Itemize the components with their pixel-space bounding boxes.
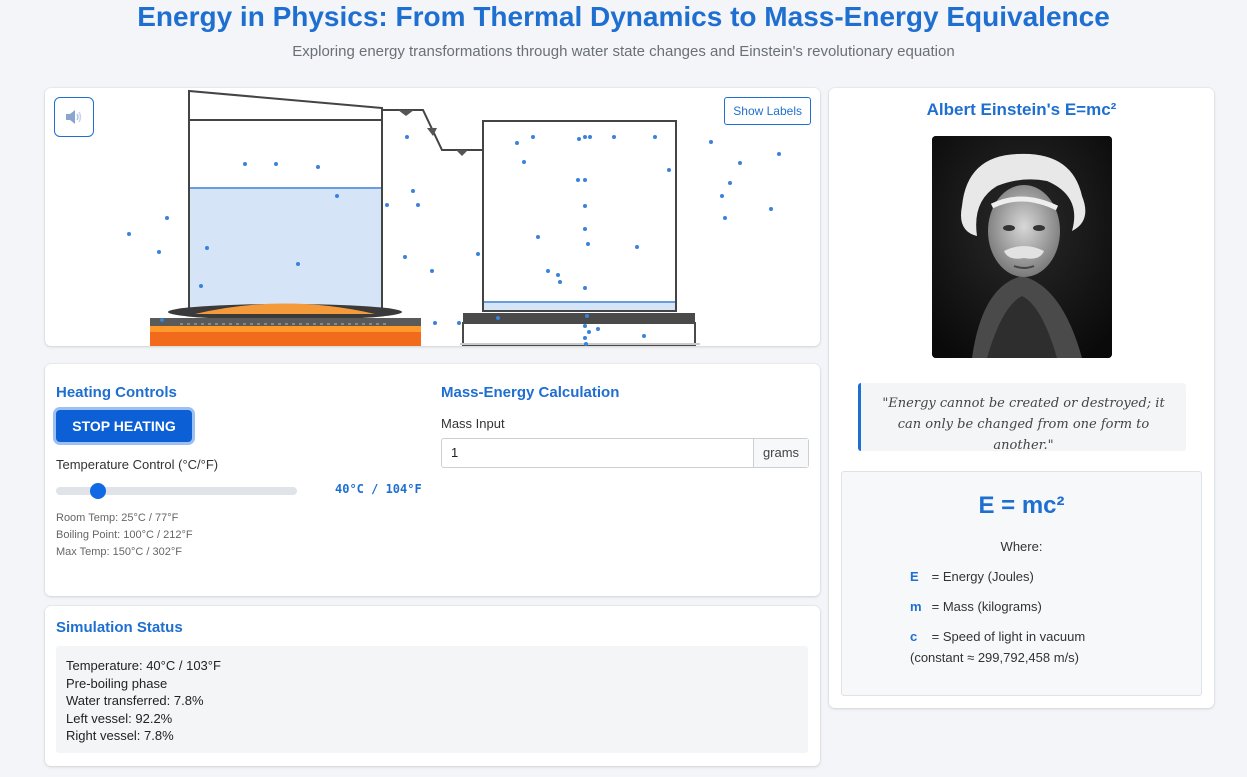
simulation-canvas: Show Labels [45,88,820,346]
room-temp-info: Room Temp: 25°C / 77°F [56,512,179,524]
def-energy-text: = Energy (Joules) [931,569,1034,584]
temperature-slider-thumb[interactable] [89,483,106,499]
formula: E = mc² [978,492,1065,519]
max-temp-info: Max Temp: 150°C / 302°F [56,546,182,558]
einstein-panel: Albert Einstein's E=mc² "Energy cannot b… [829,88,1214,708]
simulation-drawing [127,89,781,346]
page-subtitle: Exploring energy transformations through… [292,43,955,60]
def-light-text: = Speed of light in vacuum [931,629,1086,644]
mass-input-group: 1 grams [441,438,809,468]
status-box: Temperature: 40°C / 103°F Pre-boiling ph… [56,646,808,753]
temperature-slider[interactable] [56,483,297,499]
mass-energy-heading: Mass-Energy Calculation [441,384,620,401]
status-phase: Pre-boiling phase [66,675,168,691]
mass-unit: grams [753,439,808,467]
symbol-c: c [910,629,918,644]
status-panel: Simulation Status Temperature: 40°C / 10… [45,606,820,766]
def-light: c = Speed of light in vacuum [910,629,1085,644]
boiling-point-info: Boiling Point: 100°C / 212°F [56,529,193,541]
def-mass-text: = Mass (kilograms) [931,599,1042,614]
stop-heating-button[interactable]: STOP HEATING [56,410,192,442]
right-vessel-water [484,302,675,310]
mass-input[interactable]: 1 [442,439,753,467]
show-labels-button[interactable]: Show Labels [724,97,811,125]
formula-box: E = mc² Where: E = Energy (Joules) m = M… [841,471,1202,696]
connecting-pipe [188,89,383,120]
temperature-control-label: Temperature Control (°C/°F) [56,457,219,472]
page-title: Energy in Physics: From Thermal Dynamics… [137,1,1110,32]
controls-panel: Heating Controls STOP HEATING Temperatur… [45,364,820,596]
def-constant: (constant ≈ 299,792,458 m/s) [910,650,1080,665]
status-right-vessel: Right vessel: 7.8% [66,728,174,743]
symbol-e: E [910,569,919,584]
einstein-portrait [932,136,1112,358]
status-transferred: Water transferred: 7.8% [66,693,204,708]
speaker-icon [66,110,82,124]
sound-toggle-button[interactable] [54,97,94,137]
def-energy: E = Energy (Joules) [910,569,1034,584]
quote-text: "Energy cannot be created or destroyed; … [882,396,1165,453]
heating-controls-heading: Heating Controls [56,384,177,401]
temperature-readout: 40°C / 104°F [335,482,422,496]
einstein-title: Albert Einstein's E=mc² [926,100,1117,119]
right-vessel [482,120,677,312]
status-left-vessel: Left vessel: 92.2% [66,710,173,726]
simulation-status-heading: Simulation Status [56,619,183,636]
status-temperature: Temperature: 40°C / 103°F [66,658,221,673]
def-mass: m = Mass (kilograms) [910,599,1042,614]
symbol-m: m [910,599,922,614]
where-label: Where: [1000,539,1043,554]
left-vessel-water [190,188,381,309]
mass-input-label: Mass Input [441,416,505,431]
einstein-quote: "Energy cannot be created or destroyed; … [858,383,1186,453]
